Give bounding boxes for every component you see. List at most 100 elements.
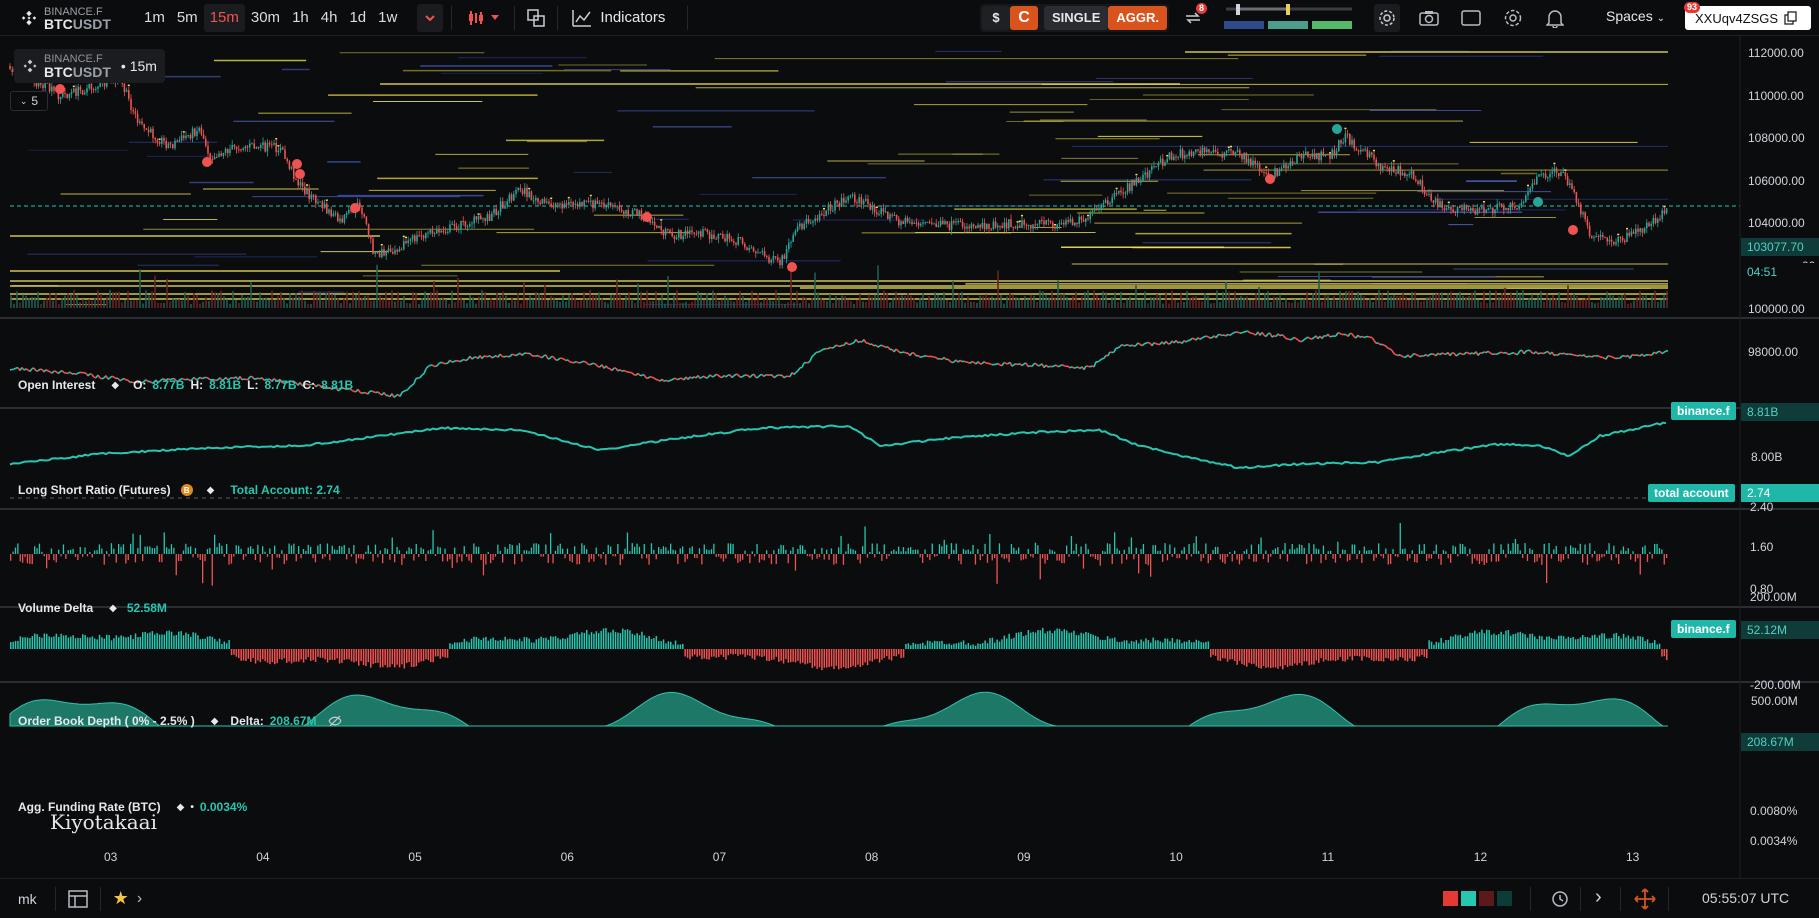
candle-body (1195, 149, 1197, 152)
move-icon[interactable] (1634, 888, 1656, 910)
delta-bar (1519, 550, 1521, 554)
volume-bar (295, 293, 297, 308)
depth-bar (134, 633, 137, 649)
time-axis[interactable]: 03 04 05 06 07 08 09 10 11 12 13 (0, 850, 1740, 868)
delta-bar (461, 554, 463, 562)
timeframe-15m[interactable]: 15m (203, 3, 245, 32)
depth-bar (902, 649, 905, 658)
timeframe-1m[interactable]: 1m (138, 4, 171, 32)
chevron-down-icon: ⌄ (19, 95, 28, 106)
settings-icon[interactable]: ◆ (211, 716, 219, 727)
volume-bar (1360, 294, 1362, 308)
depth-bar (1298, 649, 1301, 664)
star-icon[interactable]: ★ (113, 888, 129, 909)
delta-bar (996, 554, 998, 584)
delta-bar (1409, 554, 1411, 559)
dollar-mode-button[interactable]: $ (982, 6, 1010, 30)
account-button[interactable]: XXUqv4ZSGS 93 (1684, 2, 1811, 30)
symbol-selector[interactable]: BINANCE.F BTCUSDT (0, 0, 130, 36)
timeframe-1h[interactable]: 1h (286, 4, 315, 32)
oi-line (1477, 352, 1481, 356)
candle-body (464, 221, 467, 227)
depth-bar (1541, 636, 1543, 649)
timeframe-4h[interactable]: 4h (315, 4, 344, 32)
chevron-right-icon[interactable]: › (137, 890, 142, 908)
candle-body (1421, 180, 1424, 192)
settings-icon[interactable]: ◆ (177, 802, 185, 813)
compare-button[interactable] (523, 4, 549, 32)
indicators-button[interactable]: Indicators (566, 9, 671, 27)
delta-bar (554, 550, 557, 554)
delta-bar (1548, 543, 1550, 554)
delta-bar (74, 554, 77, 557)
more-timeframes-button[interactable] (417, 3, 444, 32)
spaces-menu[interactable]: Spaces ⌄ (1606, 8, 1665, 24)
depth-bar (677, 644, 679, 649)
depth-bar (1291, 649, 1294, 666)
symbol-legend[interactable]: BINANCE.F BTCUSDT • 15m (14, 49, 165, 83)
volume-bar (523, 281, 525, 308)
trade-marker (1166, 154, 1169, 157)
depth-bar (706, 649, 708, 660)
depth-bar (1500, 631, 1502, 649)
delta-bar (1663, 554, 1665, 565)
candle-body (1188, 151, 1190, 156)
delta-bar (324, 554, 326, 557)
timeframe-1w[interactable]: 1w (372, 4, 403, 32)
oi-line (1205, 335, 1209, 338)
delta-bar (1334, 554, 1337, 563)
timeframe-1d[interactable]: 1d (343, 4, 372, 32)
color-swatch[interactable] (1461, 891, 1476, 906)
single-mode-button[interactable]: SINGLE (1044, 6, 1109, 30)
depth-bar (1649, 643, 1651, 649)
timeframe-5m[interactable]: 5m (171, 4, 204, 32)
price-axis[interactable]: 112000.00 110000.00 108000.00 106000.00 1040… (1742, 36, 1819, 359)
color-swatch[interactable] (1479, 891, 1494, 906)
sync-button[interactable]: 8 (1180, 3, 1208, 32)
volume-bar (151, 291, 153, 308)
chart-type-button[interactable] (460, 4, 506, 32)
user-initials[interactable]: mk (18, 891, 37, 907)
hide-icon[interactable] (328, 715, 342, 727)
oi-line (1537, 352, 1541, 355)
heatmap-sliders[interactable] (1222, 3, 1352, 33)
chevron-right-icon[interactable]: › (1595, 886, 1602, 909)
timeframe-30m[interactable]: 30m (245, 4, 286, 32)
volume-bar (841, 295, 843, 308)
color-swatch[interactable] (1497, 891, 1512, 906)
depth-bar (614, 632, 617, 649)
chart-canvas[interactable] (0, 36, 1819, 878)
aggregate-mode-button[interactable]: AGGR. (1108, 6, 1168, 30)
delta-bar (814, 548, 816, 554)
depth-bar (578, 634, 581, 649)
volume-bar (1012, 294, 1014, 308)
depth-bar (1610, 637, 1613, 649)
settings-icon[interactable]: ◆ (111, 380, 119, 391)
color-swatch[interactable] (1443, 891, 1458, 906)
plus-icon[interactable]: • (190, 802, 194, 813)
delta-bar (463, 546, 465, 554)
volume-bar (1015, 297, 1017, 308)
heatmap-settings-button[interactable] (1374, 4, 1400, 32)
candle-body (972, 224, 975, 227)
delta-bar (1502, 549, 1505, 554)
settings-icon[interactable]: ◆ (109, 603, 117, 614)
notifications-button[interactable] (1544, 7, 1566, 29)
utc-clock[interactable]: 05:55:07 UTC (1702, 890, 1789, 906)
fullscreen-button[interactable] (1460, 7, 1482, 29)
candle-body (1346, 133, 1349, 135)
replay-icon[interactable] (1550, 889, 1570, 909)
candle-body (1091, 210, 1094, 212)
volume-bar (1414, 291, 1416, 308)
delta-bar (1385, 548, 1387, 554)
delta-bar (1195, 536, 1197, 554)
volume-bar (214, 292, 216, 308)
oi-line (1225, 333, 1229, 337)
settings-icon[interactable]: ◆ (207, 485, 215, 496)
settings-button[interactable] (1502, 7, 1524, 29)
layout-icon[interactable] (67, 889, 88, 908)
delta-bar (1087, 549, 1089, 554)
coin-mode-button[interactable]: C (1010, 6, 1038, 30)
legend-collapse-button[interactable]: ⌄ 5 (10, 91, 48, 111)
screenshot-button[interactable] (1418, 7, 1440, 29)
